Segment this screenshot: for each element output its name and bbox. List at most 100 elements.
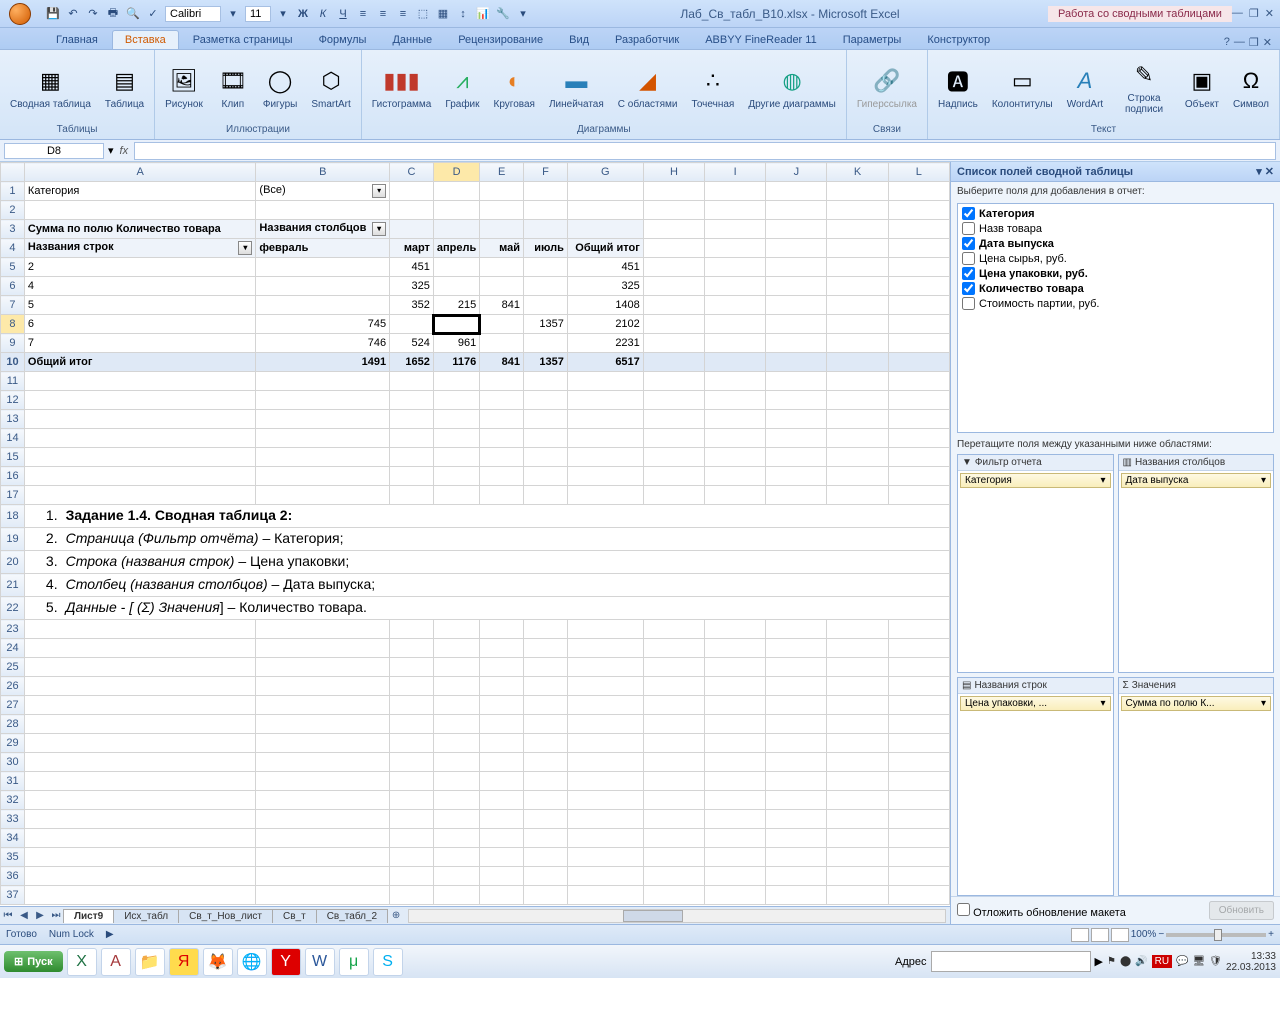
cell[interactable]: [827, 772, 888, 791]
cell[interactable]: [256, 372, 390, 391]
cell[interactable]: [390, 410, 434, 429]
cell[interactable]: [24, 886, 255, 905]
column-labels-dropdown-icon[interactable]: ▾: [372, 222, 386, 236]
row-header[interactable]: 15: [1, 448, 25, 467]
tab-insert[interactable]: Вставка: [112, 30, 179, 49]
cell[interactable]: [827, 867, 888, 886]
cell[interactable]: [433, 315, 479, 334]
cell[interactable]: [480, 715, 524, 734]
row-header[interactable]: 21: [1, 574, 25, 597]
cell[interactable]: 2.Страница (Фильтр отчёта) – Категория;: [24, 528, 949, 551]
cell[interactable]: [827, 334, 888, 353]
go-icon[interactable]: ▶: [1095, 955, 1103, 968]
bold-icon[interactable]: Ж: [294, 5, 312, 23]
cell[interactable]: [24, 753, 255, 772]
cell[interactable]: [643, 829, 704, 848]
cell[interactable]: [766, 258, 827, 277]
more-icon[interactable]: ▾: [514, 5, 532, 23]
cell[interactable]: [766, 715, 827, 734]
close-workbook-icon[interactable]: ✕: [1263, 36, 1272, 49]
cell[interactable]: [643, 448, 704, 467]
cell[interactable]: [766, 296, 827, 315]
tray-icon[interactable]: 💬: [1176, 956, 1188, 967]
cell[interactable]: [643, 315, 704, 334]
cell[interactable]: [567, 829, 643, 848]
cell[interactable]: [567, 886, 643, 905]
cell[interactable]: 1652: [390, 353, 434, 372]
cell[interactable]: [256, 448, 390, 467]
shapes-button[interactable]: ◯Фигуры: [259, 63, 301, 112]
cell[interactable]: [24, 448, 255, 467]
cell[interactable]: [567, 467, 643, 486]
cell[interactable]: [433, 753, 479, 772]
smartart-button[interactable]: ⬡SmartArt: [307, 63, 354, 112]
fx-icon[interactable]: fx: [114, 145, 135, 157]
prev-sheet-icon[interactable]: ◀: [16, 910, 32, 921]
row-header[interactable]: 22: [1, 597, 25, 620]
cell[interactable]: 745: [256, 315, 390, 334]
cell[interactable]: [827, 639, 888, 658]
cell[interactable]: [390, 372, 434, 391]
cell[interactable]: [480, 258, 524, 277]
cell[interactable]: [433, 220, 479, 239]
cell[interactable]: [643, 467, 704, 486]
cell[interactable]: [827, 239, 888, 258]
cell[interactable]: [390, 201, 434, 220]
cell[interactable]: [705, 220, 766, 239]
worksheet-grid[interactable]: A B C D E F G H I J K L 1Категория(Все)▾: [0, 162, 950, 905]
cell[interactable]: [766, 372, 827, 391]
formula-input[interactable]: [134, 142, 1276, 160]
taskbar-excel-icon[interactable]: X: [67, 948, 97, 976]
cell[interactable]: [24, 791, 255, 810]
cell[interactable]: 6517: [567, 353, 643, 372]
cell[interactable]: [827, 315, 888, 334]
cell[interactable]: [480, 182, 524, 201]
cell[interactable]: [888, 182, 949, 201]
cell[interactable]: 524: [390, 334, 434, 353]
cell[interactable]: [256, 296, 390, 315]
cell[interactable]: [256, 886, 390, 905]
object-button[interactable]: ▣Объект: [1181, 63, 1223, 112]
cell[interactable]: [567, 753, 643, 772]
cell[interactable]: [766, 429, 827, 448]
cell[interactable]: [567, 429, 643, 448]
cell[interactable]: [567, 201, 643, 220]
row-header[interactable]: 28: [1, 715, 25, 734]
cell[interactable]: [256, 639, 390, 658]
tab-design[interactable]: Конструктор: [915, 31, 1002, 49]
macro-record-icon[interactable]: ▶: [106, 929, 114, 940]
cell[interactable]: [827, 696, 888, 715]
cell[interactable]: [567, 620, 643, 639]
cell[interactable]: [433, 448, 479, 467]
italic-icon[interactable]: К: [314, 5, 332, 23]
col-header-I[interactable]: I: [705, 163, 766, 182]
cell[interactable]: [390, 658, 434, 677]
cell[interactable]: [24, 810, 255, 829]
cell[interactable]: [766, 810, 827, 829]
sheet-tab[interactable]: Св_т_Нов_лист: [178, 909, 273, 923]
normal-view-icon[interactable]: [1071, 928, 1089, 942]
cell[interactable]: [643, 239, 704, 258]
field-checkbox[interactable]: [962, 237, 975, 250]
cell[interactable]: [643, 810, 704, 829]
cell[interactable]: [390, 315, 434, 334]
pivottable-button[interactable]: ▦Сводная таблица: [6, 63, 95, 112]
cell[interactable]: [827, 620, 888, 639]
cell[interactable]: [643, 353, 704, 372]
cell[interactable]: [888, 886, 949, 905]
field-checkbox[interactable]: [962, 252, 975, 265]
preview-icon[interactable]: 🔍: [124, 5, 142, 23]
cell[interactable]: 1357: [524, 315, 568, 334]
cell[interactable]: [524, 220, 568, 239]
align-left-icon[interactable]: ≡: [354, 5, 372, 23]
cell[interactable]: [705, 867, 766, 886]
pivot-field-item[interactable]: Дата выпуска: [960, 236, 1271, 251]
row-header[interactable]: 18: [1, 505, 25, 528]
cell[interactable]: Общий итог: [24, 353, 255, 372]
cell[interactable]: [827, 886, 888, 905]
cell[interactable]: [643, 258, 704, 277]
cell[interactable]: [24, 658, 255, 677]
cell[interactable]: [256, 258, 390, 277]
cell[interactable]: [888, 315, 949, 334]
cell[interactable]: [888, 658, 949, 677]
